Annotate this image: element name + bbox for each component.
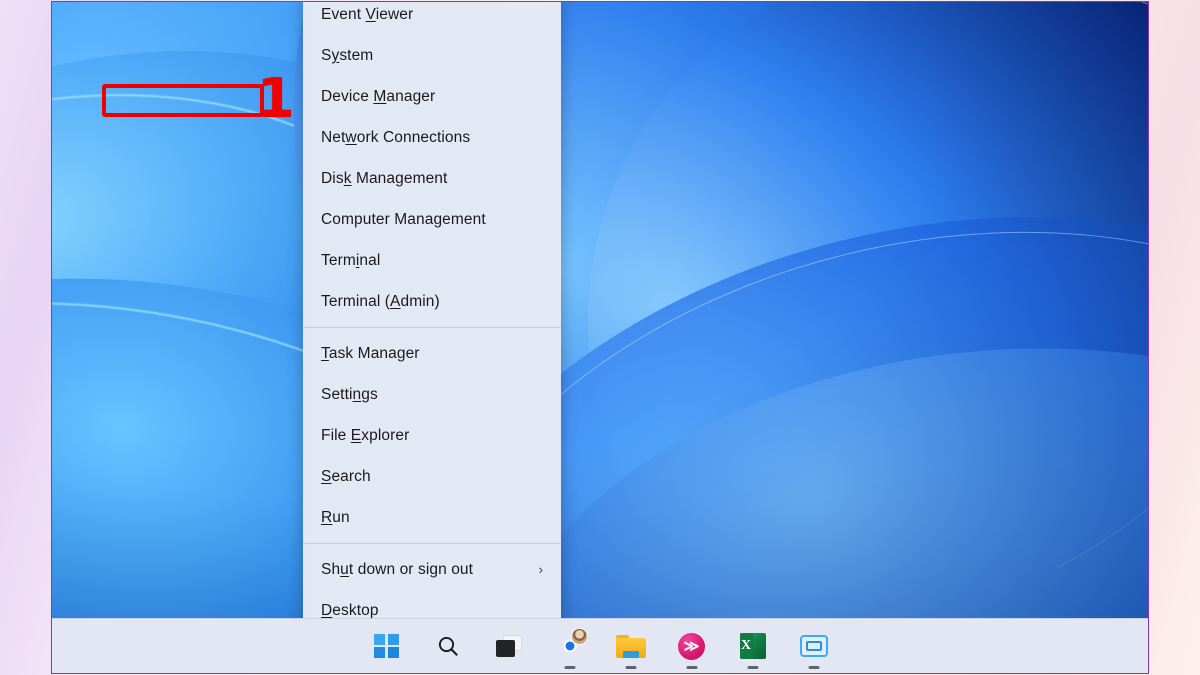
excel-taskbar-button[interactable]: X (733, 626, 773, 669)
running-indicator (747, 666, 758, 669)
menu-item-label: Settings (321, 385, 378, 403)
chrome-icon (556, 627, 588, 660)
menu-item-label: Network Connections (321, 128, 471, 146)
pink-app-taskbar-button[interactable]: ≫ (672, 626, 712, 669)
menu-item-label: Computer Management (321, 210, 486, 228)
menu-item-terminal[interactable]: Terminal (303, 240, 561, 281)
blue-app-taskbar-button[interactable] (794, 626, 834, 669)
wallpaper-vignette (52, 2, 1148, 673)
menu-item-run[interactable]: Run (303, 497, 561, 538)
task-view-icon (495, 635, 522, 657)
desktop-screenshot-frame: Event Viewer System Device Manager Netwo… (51, 1, 1149, 674)
taskbar-icon-group: ≫ X (367, 626, 834, 669)
desktop-wallpaper (52, 2, 1148, 673)
menu-item-file-explorer[interactable]: File Explorer (303, 415, 561, 456)
taskbar[interactable]: ≫ X (52, 618, 1148, 673)
excel-glyph: X (740, 638, 752, 653)
chrome-taskbar-button[interactable] (550, 626, 590, 669)
menu-item-disk-management[interactable]: Disk Management (303, 158, 561, 199)
menu-item-search[interactable]: Search (303, 456, 561, 497)
menu-separator-1 (303, 327, 561, 328)
menu-item-system[interactable]: System (303, 35, 561, 76)
winx-quick-link-menu[interactable]: Event Viewer System Device Manager Netwo… (303, 2, 561, 640)
taskbar-search-button[interactable] (428, 626, 468, 666)
menu-item-computer-management[interactable]: Computer Management (303, 199, 561, 240)
file-explorer-taskbar-button[interactable] (611, 626, 651, 669)
menu-item-label: Terminal (321, 251, 381, 269)
menu-item-label: Shut down or sign out (321, 560, 474, 578)
menu-item-label: Run (321, 508, 350, 526)
menu-item-label: Terminal (Admin) (321, 292, 440, 310)
menu-item-network-connections[interactable]: Network Connections (303, 117, 561, 158)
pink-app-icon: ≫ (678, 632, 705, 660)
menu-item-shut-down-or-sign-out[interactable]: Shut down or sign out › (303, 549, 561, 590)
excel-icon: X (739, 633, 766, 659)
running-indicator (808, 666, 819, 669)
blue-app-icon (799, 635, 828, 657)
avatar (571, 627, 588, 645)
page-background: Event Viewer System Device Manager Netwo… (0, 0, 1200, 675)
menu-item-label: Search (321, 467, 371, 485)
menu-item-label: File Explorer (321, 426, 410, 444)
menu-separator-2 (303, 543, 561, 544)
step-number-annotation: 1 (257, 67, 295, 130)
winx-menu-group-2: Task Manager Settings File Explorer Sear… (303, 333, 561, 538)
menu-item-device-manager[interactable]: Device Manager (303, 76, 561, 117)
menu-item-task-manager[interactable]: Task Manager (303, 333, 561, 374)
menu-item-terminal-admin[interactable]: Terminal (Admin) (303, 281, 561, 322)
running-indicator (686, 666, 697, 669)
menu-item-event-viewer[interactable]: Event Viewer (303, 2, 561, 35)
menu-item-label: System (321, 46, 374, 64)
file-explorer-icon (615, 634, 646, 658)
winx-menu-group-1: Event Viewer System Device Manager Netwo… (303, 2, 561, 322)
menu-item-label: Disk Management (321, 169, 448, 187)
menu-item-label: Device Manager (321, 87, 436, 105)
menu-item-settings[interactable]: Settings (303, 374, 561, 415)
task-view-button[interactable] (489, 626, 529, 666)
search-icon (438, 636, 458, 656)
chevron-right-icon: › (538, 562, 543, 577)
start-button[interactable] (367, 626, 407, 666)
menu-item-label: Desktop (321, 601, 379, 619)
running-indicator (625, 666, 636, 669)
windows-logo-icon (374, 633, 399, 659)
menu-item-label: Event Viewer (321, 5, 414, 23)
menu-item-label: Task Manager (321, 344, 420, 362)
running-indicator (564, 666, 575, 669)
